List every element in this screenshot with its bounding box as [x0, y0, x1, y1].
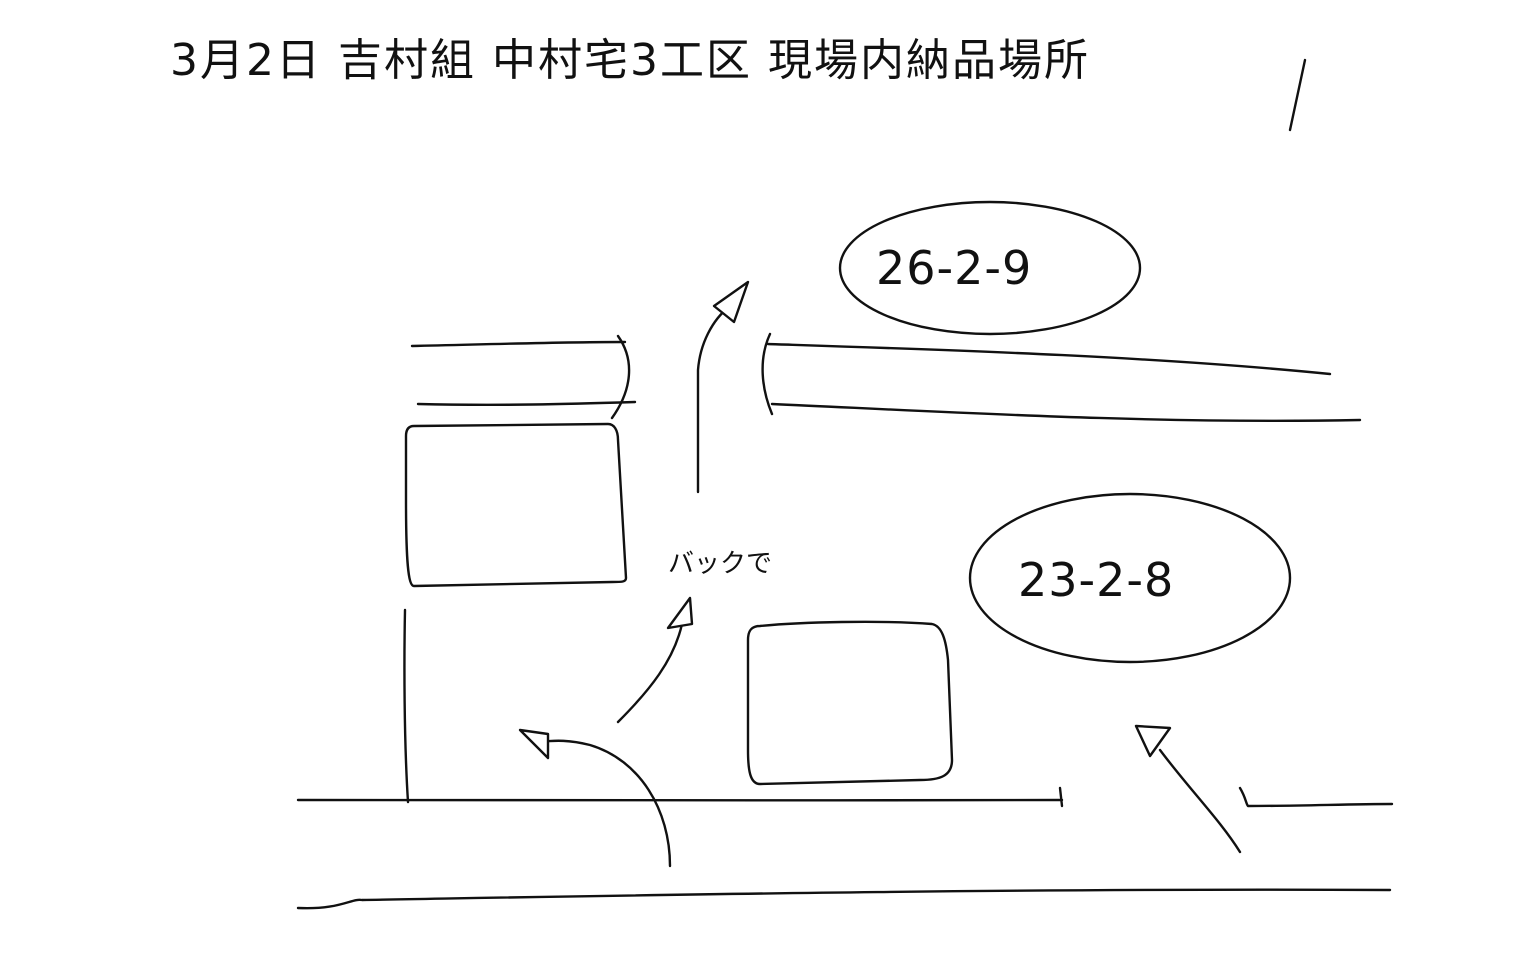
main-road-edge-top-left: [296, 798, 1064, 803]
upper-right-road-edge-top: [766, 342, 1332, 376]
center-building: [746, 620, 954, 786]
left-boundary-line: [403, 608, 410, 804]
left-upper-building: [404, 422, 628, 588]
lower-lot-number: 23-2-8: [1018, 553, 1174, 607]
upper-right-road-edge-bottom: [770, 402, 1362, 422]
upper-left-road-edge-top: [410, 340, 627, 348]
lower-lot-arrow-head: [1134, 724, 1172, 758]
exit-route-line: [696, 304, 732, 494]
back-in-arrow-head: [666, 596, 694, 630]
upper-left-road-end: [610, 334, 631, 420]
upper-lot-number: 26-2-9: [876, 241, 1032, 295]
upper-right-road-end: [761, 332, 774, 416]
site-sketch: 3月2日 吉村組 中村宅3工区 現場内納品場所 26-2-9 23-2-8 バッ…: [170, 35, 1394, 910]
main-road-edge-bottom: [296, 888, 1392, 910]
title-tail-stroke: [1288, 58, 1307, 132]
main-road-tick: [1058, 786, 1064, 808]
entry-arrow-head: [518, 728, 550, 760]
sketch-title: 3月2日 吉村組 中村宅3工区 現場内納品場所: [170, 35, 1090, 86]
main-road-edge-top-right: [1238, 786, 1394, 808]
lower-lot-route-line: [1158, 748, 1242, 854]
upper-left-road-edge-bottom: [416, 400, 637, 407]
entry-route-line: [538, 739, 672, 868]
back-in-route-line: [616, 622, 684, 724]
back-in-note: バックで: [668, 549, 772, 579]
